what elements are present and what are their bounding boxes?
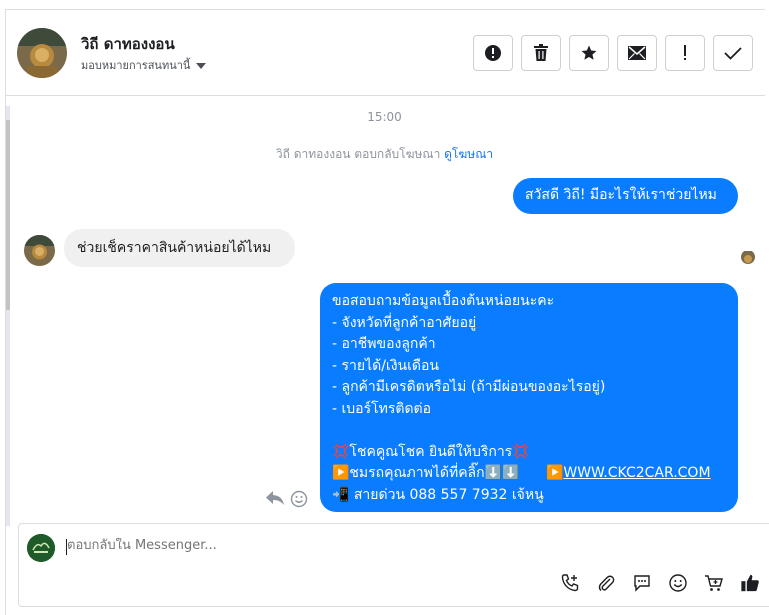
message-line: 📲 สายด่วน 088 557 7932 เจ้หนู — [332, 486, 544, 503]
react-smiley-icon[interactable] — [290, 490, 308, 512]
message-line: ▶️ชมรถคุณภาพได้ที่คลิ๊ก⬇️⬇️ — [332, 465, 524, 481]
seen-avatar — [741, 250, 755, 264]
assign-label: มอบหมายการสนทนานี้ — [81, 59, 191, 72]
caret-down-icon — [196, 62, 207, 69]
reply-arrow-icon[interactable] — [265, 489, 285, 511]
message-line: - รายได้/เงินเดือน — [332, 357, 439, 374]
envelope-icon — [628, 46, 646, 60]
phone-plus-icon[interactable] — [560, 573, 580, 593]
thumbs-up-icon[interactable] — [740, 573, 760, 593]
smiley-icon[interactable] — [668, 573, 688, 593]
follow-up-button[interactable] — [665, 35, 705, 71]
ad-reply-note: วิถี ดาทองงอน ตอบกลับโฆษณา ดูโฆษณา — [0, 145, 769, 164]
cart-plus-icon[interactable] — [704, 573, 724, 593]
message-line-with-link: ▶️ชมรถคุณภาพได้ที่คลิ๊ก⬇️⬇️ ▶️WWW.CKC2CA… — [332, 463, 726, 485]
trash-icon — [534, 44, 548, 61]
website-link[interactable]: WWW.CKC2CAR.COM — [563, 465, 710, 481]
delete-button[interactable] — [521, 35, 561, 71]
contact-avatar-small[interactable] — [24, 235, 55, 266]
ad-reply-text: วิถี ดาทองงอน ตอบกลับโฆษณา — [275, 147, 441, 161]
header-actions — [473, 35, 753, 71]
contact-avatar[interactable] — [17, 28, 67, 78]
reply-input[interactable] — [67, 538, 667, 553]
star-icon — [581, 45, 597, 60]
page-avatar — [27, 534, 55, 562]
outgoing-message[interactable]: สวัสดี วิถี! มีอะไรให้เราช่วยไหม — [513, 178, 738, 214]
message-line: - อาชีพของลูกค้า — [332, 336, 436, 352]
chat-bubble-icon[interactable] — [632, 573, 652, 593]
incoming-message[interactable]: ช่วยเช็คราคาสินค้าหน่อยได้ไหม — [64, 229, 295, 267]
message-line — [332, 420, 726, 442]
outgoing-message-info-request[interactable]: ขอสอบถามข้อมูลเบื้องต้นหน่อยนะคะ - จังหว… — [320, 283, 738, 512]
conversation-header: วิถี ดาทองงอน มอบหมายการสนทนานี้ — [6, 10, 765, 96]
message-line: - ลูกค้ามีเครดิตหรือไม่ (ถ้ามีผ่อนของอะไ… — [332, 379, 606, 395]
alert-circle-icon — [485, 45, 501, 61]
contact-name[interactable]: วิถี ดาทองงอน — [81, 32, 175, 56]
message-line: ขอสอบถามข้อมูลเบื้องต้นหน่อยนะคะ — [332, 293, 555, 309]
message-line: - จังหวัดที่ลูกค้าอาศัยอยู่ — [332, 314, 477, 331]
mark-unread-button[interactable] — [617, 35, 657, 71]
assign-conversation-dropdown[interactable]: มอบหมายการสนทนานี้ — [81, 56, 207, 74]
spam-button[interactable] — [473, 35, 513, 71]
composer-tools — [560, 573, 760, 593]
link-prefix: ▶️ — [545, 465, 564, 481]
message-composer — [18, 523, 769, 607]
done-button[interactable] — [713, 35, 753, 71]
star-button[interactable] — [569, 35, 609, 71]
message-timestamp: 15:00 — [367, 110, 402, 124]
paperclip-icon[interactable] — [596, 573, 616, 593]
message-line: - เบอร์โทรติดต่อ — [332, 400, 432, 417]
message-line: 💢โชคคูณโชค ยินดีให้บริการ💢 — [332, 443, 530, 460]
view-ad-link[interactable]: ดูโฆษณา — [444, 147, 493, 161]
exclamation-icon — [684, 45, 686, 60]
check-icon — [724, 47, 742, 60]
